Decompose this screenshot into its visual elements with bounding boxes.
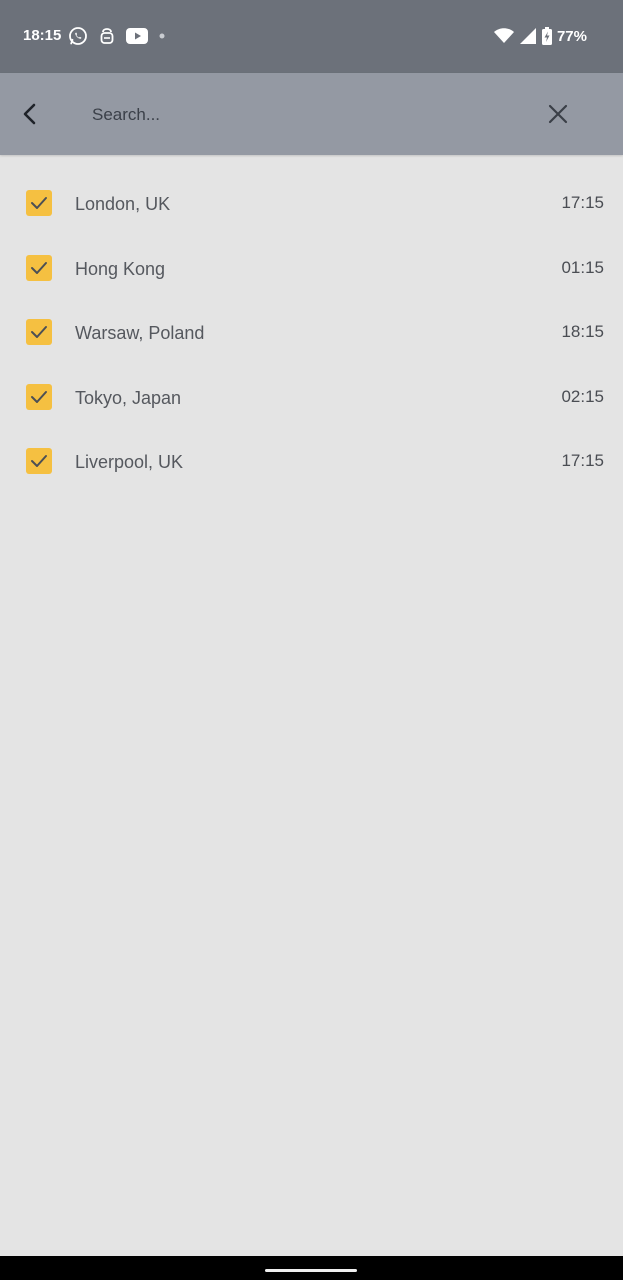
city-time: 18:15 bbox=[561, 322, 604, 341]
home-gesture-handle[interactable] bbox=[265, 1269, 357, 1272]
city-checkbox[interactable] bbox=[26, 319, 52, 345]
close-icon bbox=[548, 104, 568, 124]
check-icon bbox=[31, 390, 47, 403]
city-list: London, UK 17:15 Hong Kong 01:15 Warsaw,… bbox=[0, 170, 623, 493]
city-checkbox[interactable] bbox=[26, 383, 52, 410]
search-input[interactable] bbox=[92, 97, 512, 133]
city-row-tokyo[interactable]: Tokyo, Japan 02:15 bbox=[0, 364, 623, 429]
city-checkbox[interactable] bbox=[26, 448, 52, 474]
city-name: Warsaw, Poland bbox=[75, 323, 205, 343]
check-icon bbox=[31, 261, 47, 274]
navigation-bar bbox=[0, 1256, 623, 1280]
city-row-london[interactable]: London, UK 17:15 bbox=[0, 170, 623, 235]
check-icon bbox=[31, 455, 47, 467]
whatsapp-icon bbox=[68, 26, 88, 46]
vpn-lock-icon bbox=[98, 26, 116, 46]
battery-percentage: 77% bbox=[556, 27, 587, 45]
city-time: 17:15 bbox=[561, 451, 604, 470]
notification-dot-icon bbox=[158, 32, 166, 40]
city-name: Liverpool, UK bbox=[75, 452, 184, 472]
youtube-icon bbox=[126, 28, 148, 44]
back-button[interactable] bbox=[10, 94, 50, 134]
city-checkbox[interactable] bbox=[26, 254, 52, 281]
check-icon bbox=[31, 197, 47, 209]
arrow-back-icon bbox=[23, 103, 36, 125]
city-row-liverpool[interactable]: Liverpool, UK 17:15 bbox=[0, 428, 623, 493]
status-bar: 18:15 77% bbox=[0, 0, 623, 73]
search-toolbar bbox=[0, 73, 623, 155]
city-time: 02:15 bbox=[561, 386, 604, 406]
city-row-warsaw[interactable]: Warsaw, Poland 18:15 bbox=[0, 299, 623, 364]
signal-icon bbox=[519, 28, 536, 44]
city-time: 01:15 bbox=[561, 257, 604, 277]
city-name: Hong Kong bbox=[75, 258, 166, 279]
notification-icons bbox=[68, 25, 176, 47]
city-checkbox[interactable] bbox=[26, 190, 52, 216]
check-icon bbox=[31, 326, 47, 338]
clear-search-button[interactable] bbox=[538, 94, 578, 134]
city-row-hong-kong[interactable]: Hong Kong 01:15 bbox=[0, 235, 623, 300]
city-time: 17:15 bbox=[561, 193, 604, 212]
system-icons: 77% bbox=[488, 25, 587, 47]
battery-charging-icon bbox=[541, 27, 552, 45]
wifi-icon bbox=[493, 28, 514, 44]
status-time: 18:15 bbox=[23, 27, 62, 44]
city-name: London, UK bbox=[75, 194, 171, 214]
city-name: Tokyo, Japan bbox=[75, 387, 182, 408]
